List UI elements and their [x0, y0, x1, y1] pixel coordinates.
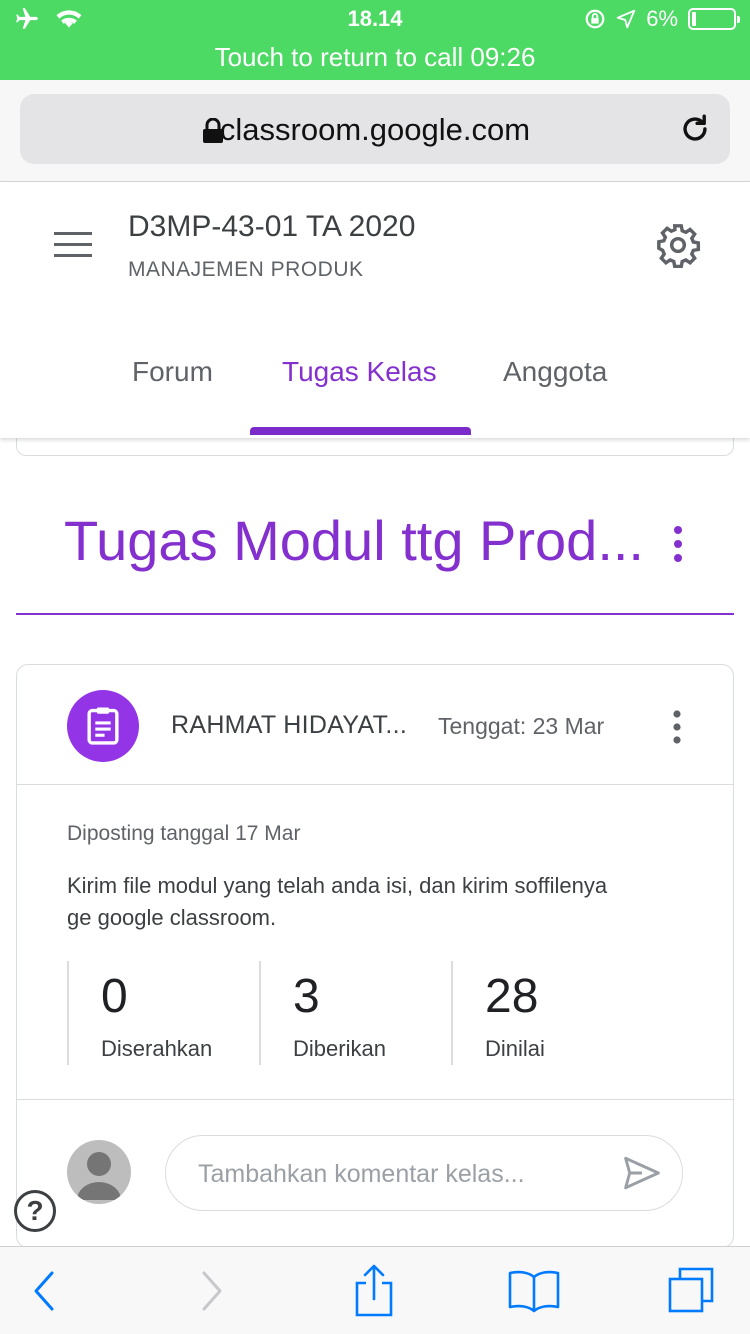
reload-icon[interactable] — [678, 112, 712, 146]
posted-date: Diposting tanggal 17 Mar — [67, 822, 301, 845]
assignment-author: RAHMAT HIDAYAT... — [171, 711, 408, 739]
class-tabs: Forum Tugas Kelas Anggota — [0, 352, 750, 438]
class-comment-input[interactable] — [198, 1154, 598, 1194]
send-icon[interactable] — [622, 1155, 662, 1191]
tab-tugas-kelas[interactable]: Tugas Kelas — [282, 356, 437, 388]
tab-anggota[interactable]: Anggota — [503, 356, 607, 388]
browser-address-area: classroom.google.com — [0, 80, 750, 182]
stat-value: 3 — [293, 970, 320, 1023]
assignment-description: Kirim file modul yang telah anda isi, da… — [67, 873, 608, 930]
bookmarks-icon[interactable] — [506, 1263, 562, 1319]
stat-graded[interactable]: 28 Dinilai — [451, 961, 545, 1065]
active-tab-indicator — [250, 427, 471, 435]
class-title: D3MP-43-01 TA 2020 — [128, 210, 416, 243]
status-right: 6% — [584, 6, 740, 32]
class-comment-box[interactable] — [165, 1135, 683, 1211]
class-subtitle: MANAJEMEN PRODUK — [128, 258, 364, 281]
call-banner[interactable]: Touch to return to call 09:26 — [0, 42, 750, 73]
status-bar: 18.14 6% Touch to return to call 09:26 — [0, 0, 750, 80]
tabs-icon[interactable] — [664, 1263, 720, 1319]
topic-more-icon[interactable] — [670, 524, 686, 564]
address-bar[interactable]: classroom.google.com — [20, 94, 730, 164]
stat-value: 0 — [101, 970, 128, 1023]
tab-forum[interactable]: Forum — [132, 356, 213, 388]
assignment-card[interactable]: RAHMAT HIDAYAT... Tenggat: 23 Mar Dipost… — [16, 664, 734, 1248]
topic-divider — [16, 613, 734, 615]
assignment-more-icon[interactable] — [669, 709, 685, 745]
back-icon[interactable] — [30, 1263, 60, 1319]
battery-icon — [688, 8, 740, 30]
class-header: D3MP-43-01 TA 2020 MANAJEMEN PRODUK Foru… — [0, 182, 750, 438]
stat-label: Diberikan — [293, 1036, 386, 1061]
forward-icon[interactable] — [196, 1263, 226, 1319]
assignment-header[interactable]: RAHMAT HIDAYAT... Tenggat: 23 Mar — [17, 665, 733, 785]
assignment-icon — [67, 690, 139, 762]
stat-value: 28 — [485, 970, 539, 1023]
battery-percent: 6% — [646, 6, 678, 31]
location-icon — [616, 9, 636, 29]
help-button[interactable]: ? — [14, 1190, 56, 1232]
avatar — [67, 1140, 131, 1204]
card-divider — [17, 1099, 733, 1100]
url-text[interactable]: classroom.google.com — [20, 112, 730, 148]
menu-icon[interactable] — [54, 232, 92, 265]
stat-label: Diserahkan — [101, 1036, 213, 1061]
browser-toolbar — [0, 1246, 750, 1334]
share-icon[interactable] — [352, 1263, 396, 1319]
stat-label: Dinilai — [485, 1036, 545, 1061]
user-avatar-icon — [77, 1152, 121, 1200]
gear-icon[interactable] — [655, 222, 701, 268]
assignment-stats: 0 Diserahkan 3 Diberikan 28 Dinilai — [67, 961, 687, 1065]
topic-title: Tugas Modul ttg Prod... — [64, 509, 644, 572]
stat-turned-in[interactable]: 0 Diserahkan — [67, 961, 212, 1065]
stat-assigned[interactable]: 3 Diberikan — [259, 961, 386, 1065]
rotation-lock-icon — [585, 9, 605, 29]
assignment-due-date: Tenggat: 23 Mar — [438, 713, 605, 739]
